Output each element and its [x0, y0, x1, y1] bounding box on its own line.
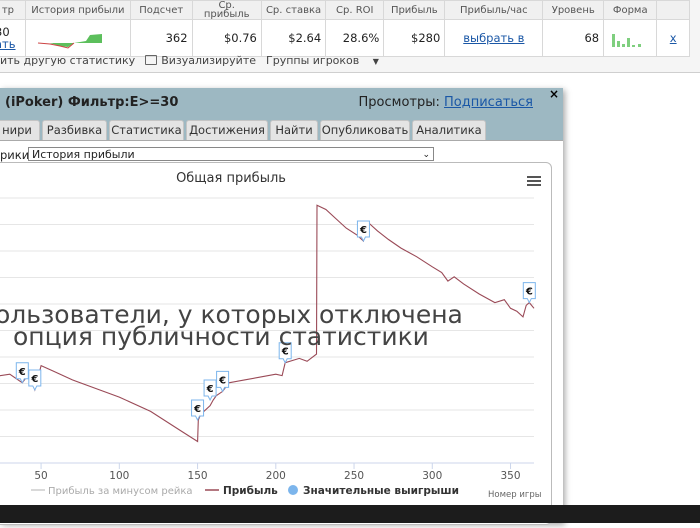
win-marker: € — [522, 282, 536, 304]
avg-profit-cell: $0.76 — [191, 19, 262, 57]
first-cell-link[interactable]: ать — [0, 38, 21, 50]
tab-statistics[interactable]: Статистика — [109, 120, 184, 140]
chart-legend: Прибыль за минусом рейка Прибыль Значите… — [31, 485, 541, 500]
x-tick-label: 250 — [344, 470, 364, 482]
col-header: тр — [0, 0, 26, 20]
win-marker: € — [356, 220, 370, 243]
win-marker-label: € — [18, 367, 26, 378]
win-marker: € — [216, 370, 230, 393]
tab-breakdown[interactable]: Разбивка — [42, 120, 107, 140]
x-tick-label: 150 — [188, 470, 208, 482]
chart-menu-icon[interactable] — [527, 176, 541, 186]
table-actions-bar: ить другую статистику Визуализируйте Гру… — [0, 52, 399, 68]
chart-title: Общая прибыль — [176, 171, 286, 186]
stats-panel: тр История прибыли Подсчет Ср. прибыль С… — [0, 0, 700, 73]
tab-charts[interactable]: нири — [0, 120, 40, 140]
x-tick-label: 100 — [109, 470, 129, 482]
player-groups-menu[interactable]: Группы игроков ▼ — [266, 54, 389, 67]
tab-find[interactable]: Найти — [270, 120, 318, 140]
count-cell: 362 — [129, 19, 193, 57]
dialog-header: (iPoker) Фильтр:E>=30 Просмотры: Подписа… — [0, 87, 563, 118]
x-axis-ticks: 50 100 150 200 250 300 350 — [34, 463, 521, 482]
dialog-title: (iPoker) Фильтр:E>=30 — [5, 95, 179, 110]
stats-dialog: (iPoker) Фильтр:E>=30 Просмотры: Подписа… — [0, 87, 563, 525]
win-marker: € — [28, 369, 42, 392]
views-label: Просмотры: — [358, 95, 440, 110]
col-header: Ср. ROI — [325, 0, 385, 20]
form-bar — [622, 43, 626, 47]
col-header: Ср. прибыль — [191, 0, 262, 20]
profit-history-sparkline — [24, 19, 131, 57]
x-axis-label: Номер игры — [488, 490, 541, 500]
col-header: Уровень — [542, 0, 605, 20]
subscribe-link[interactable]: Подписаться — [444, 95, 533, 110]
metric-select-value: История прибыли — [32, 148, 135, 161]
profit-cell: $280 — [383, 19, 446, 57]
level-cell: 68 — [542, 19, 605, 57]
tab-achievements[interactable]: Достижения — [186, 120, 268, 140]
table-header-row: тр История прибыли Подсчет Ср. прибыль С… — [0, 0, 690, 20]
first-cell: 30 ать — [0, 19, 26, 57]
col-header: История прибыли — [24, 0, 131, 20]
x-tick-label: 350 — [501, 470, 521, 482]
win-marker-label: € — [218, 375, 226, 386]
legend-item-wins[interactable]: Значительные выигрыши — [303, 485, 459, 497]
other-stats-link[interactable]: ить другую статистику — [0, 54, 135, 67]
tab-publish[interactable]: Опубликовать — [320, 120, 410, 140]
tab-analytics[interactable]: Аналитика — [412, 120, 486, 140]
form-bar — [617, 40, 621, 47]
sparkline-svg — [37, 33, 102, 49]
win-marker-label: € — [525, 287, 533, 298]
roi-cell: 28.6% — [325, 19, 385, 57]
close-icon[interactable]: × — [549, 87, 559, 101]
form-bar — [627, 37, 631, 47]
remove-row-link[interactable]: x — [670, 31, 677, 45]
col-header: Прибыль/час — [444, 0, 544, 20]
legend-swatch-wins — [288, 485, 298, 495]
col-header: Ср. ставка — [260, 0, 327, 20]
legend-item-profit[interactable]: Прибыль — [223, 485, 278, 497]
watermark-overlay: ользователи, у которых отключена опция п… — [0, 300, 463, 351]
win-marker-label: € — [206, 384, 214, 395]
profit-chart: Общая прибыль 50 100 150 200 250 300 350 € € € € €… — [0, 171, 541, 500]
per-hour-select-link[interactable]: выбрать в — [463, 31, 524, 45]
col-header: Подсчет — [129, 0, 193, 20]
col-header: Форма — [603, 0, 658, 20]
x-tick-label: 300 — [422, 470, 442, 482]
views-area: Просмотры: Подписаться — [359, 95, 533, 110]
form-bar — [632, 44, 636, 47]
stats-table: тр История прибыли Подсчет Ср. прибыль С… — [0, 0, 690, 57]
legend-item-rake[interactable]: Прибыль за минусом рейка — [48, 486, 193, 497]
chart-container: Общая прибыль 50 100 150 200 250 300 350 € € € € €… — [0, 162, 552, 525]
bottom-dark-bar — [0, 505, 700, 523]
col-header — [656, 0, 690, 20]
win-marker: € — [191, 399, 205, 422]
sparkline-area — [37, 33, 102, 47]
win-marker-label: € — [193, 404, 201, 415]
overlay-text-line2: опция публичности статистики — [13, 322, 429, 351]
form-bars-svg — [612, 33, 642, 47]
metric-select[interactable]: История прибыли ⌄ — [28, 147, 434, 161]
visualize-link[interactable]: Визуализируйте — [161, 54, 256, 67]
chevron-down-icon: ⌄ — [422, 150, 430, 160]
table-row: 30 ать 362 $0.76 $2.64 28.6% $280 выбрат… — [0, 19, 690, 57]
visualize-icon — [145, 55, 158, 65]
win-marker: € — [203, 379, 217, 402]
player-groups-label: Группы игроков — [266, 53, 360, 67]
win-marker-label: € — [359, 225, 367, 236]
win-marker-label: € — [30, 374, 38, 385]
x-tick-label: 200 — [266, 470, 286, 482]
form-bar — [612, 33, 616, 47]
form-bar — [638, 43, 642, 47]
chevron-down-icon: ▼ — [372, 56, 379, 66]
dialog-tabs: нири Разбивка Статистика Достижения Найт… — [0, 118, 563, 141]
col-header: Прибыль — [383, 0, 446, 20]
form-sparkbars — [603, 19, 658, 57]
x-tick-label: 50 — [34, 470, 47, 482]
avg-stake-cell: $2.64 — [260, 19, 327, 57]
